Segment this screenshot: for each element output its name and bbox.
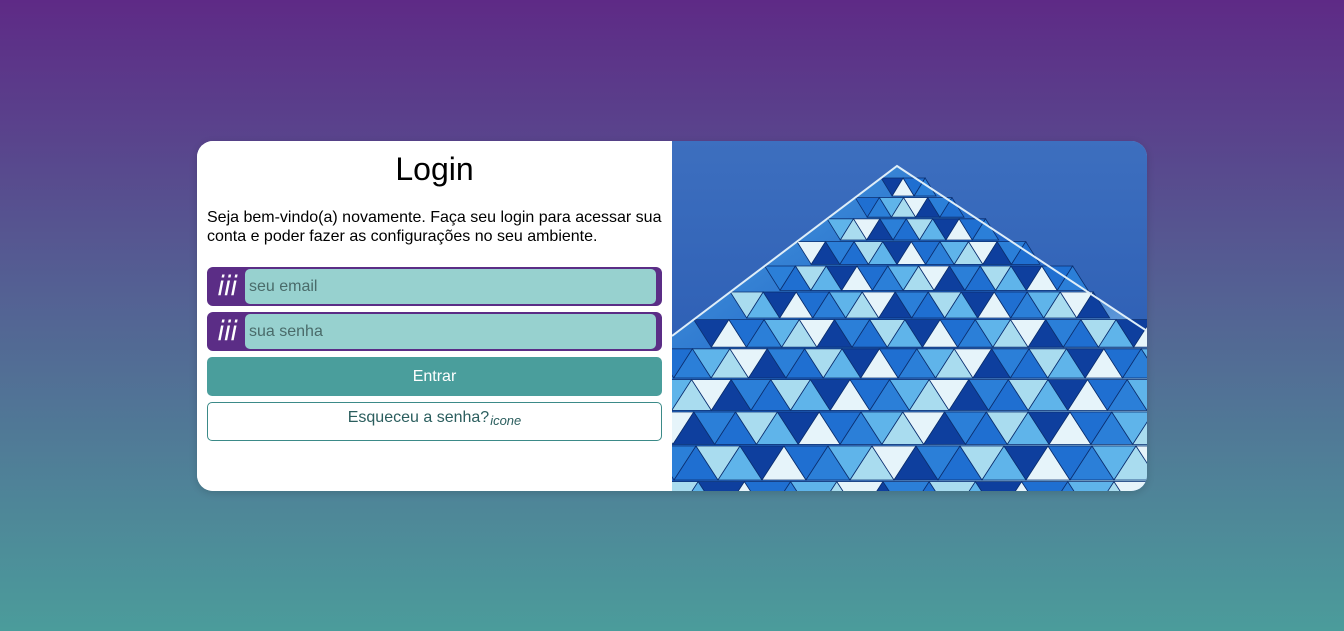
email-field-group: iii bbox=[207, 267, 662, 306]
password-icon: iii bbox=[217, 316, 238, 347]
enter-button[interactable]: Entrar bbox=[207, 357, 662, 396]
password-input[interactable] bbox=[245, 314, 656, 349]
password-field-group: iii bbox=[207, 312, 662, 351]
broken-image-icon: icone bbox=[490, 413, 522, 428]
building-facade-illustration bbox=[672, 141, 1147, 491]
page-title: Login bbox=[395, 151, 474, 187]
building-facade-image bbox=[672, 141, 1147, 491]
login-card: Login Seja bem-vindo(a) novamente. Faça … bbox=[197, 141, 1147, 491]
email-icon: iii bbox=[217, 271, 238, 302]
forgot-password-button[interactable]: Esqueceu a senha? icone bbox=[207, 402, 662, 441]
forgot-password-label: Esqueceu a senha? bbox=[347, 409, 490, 426]
welcome-text: Seja bem-vindo(a) novamente. Faça seu lo… bbox=[207, 209, 662, 245]
email-input[interactable] bbox=[245, 269, 656, 304]
login-panel: Login Seja bem-vindo(a) novamente. Faça … bbox=[197, 141, 672, 491]
